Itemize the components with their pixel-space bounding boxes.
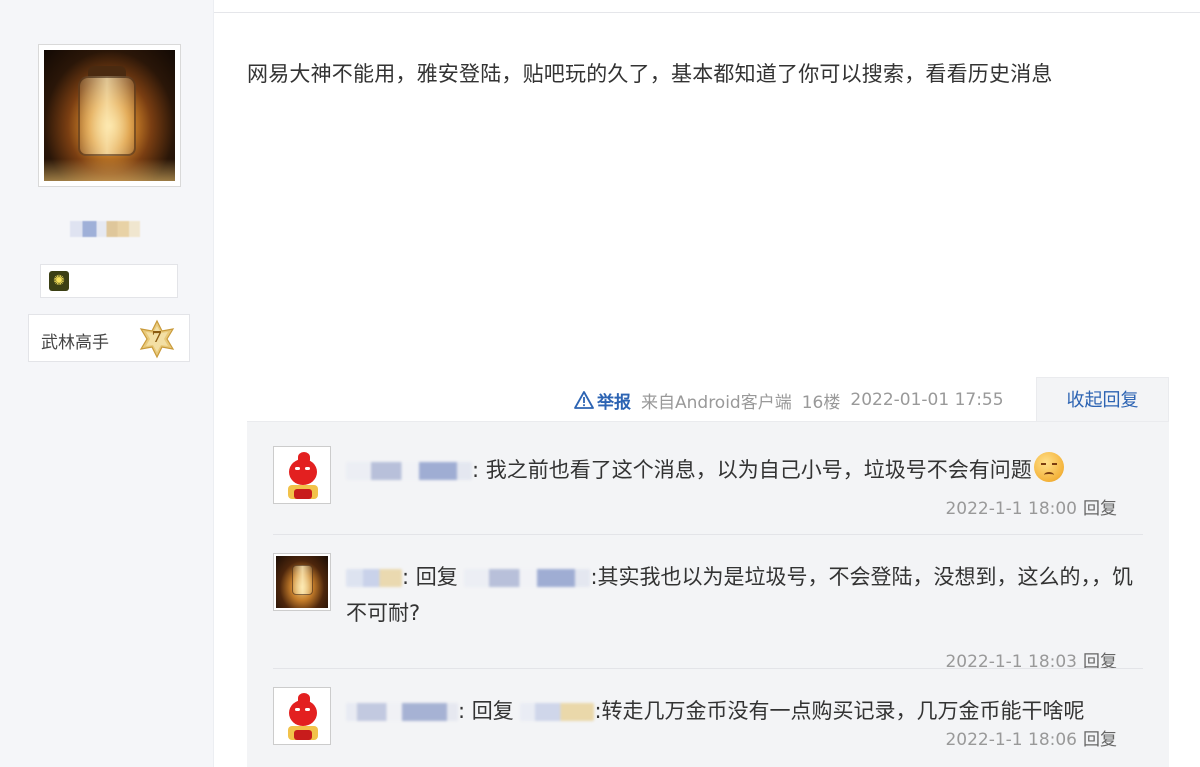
- author-badge-box: ✺: [40, 264, 178, 298]
- reply-separator: :: [590, 565, 598, 589]
- lantern-image: [276, 556, 328, 608]
- reply-username-blurred[interactable]: [346, 569, 402, 587]
- level-title: 武林高手: [41, 333, 109, 353]
- reply-username-blurred[interactable]: [346, 703, 458, 721]
- reply-target-username-blurred[interactable]: [520, 703, 595, 721]
- collapse-replies-button[interactable]: 收起回复: [1036, 377, 1169, 422]
- top-divider: [214, 12, 1200, 13]
- reply-avatar[interactable]: [273, 687, 331, 745]
- sun-badge-icon[interactable]: ✺: [49, 271, 69, 291]
- reply-button[interactable]: 回复: [1083, 652, 1117, 672]
- author-avatar[interactable]: [38, 44, 181, 187]
- reply-username-blurred[interactable]: [346, 462, 472, 480]
- reply-button[interactable]: 回复: [1083, 730, 1117, 750]
- frown-emoji-icon: [1033, 452, 1064, 482]
- author-username-blurred[interactable]: [70, 221, 140, 237]
- apple-mascot-image: [276, 449, 328, 501]
- reply-time: 2022-1-1 18:00: [945, 499, 1077, 519]
- reply-avatar[interactable]: [273, 446, 331, 504]
- reply-item: : 回复 :其实我也以为是垃圾号，不会登陆，没想到，这么的，，饥不可耐? 202…: [273, 553, 1143, 673]
- post-meta: 举报 来自Android客户端 16楼 2022-01-01 17:55: [574, 386, 1014, 414]
- report-button[interactable]: 举报: [574, 388, 631, 413]
- level-number: 7: [151, 328, 163, 346]
- apple-mascot-image: [276, 690, 328, 742]
- reply-text: : 回复 :转走几万金币没有一点购买记录，几万金币能干啥呢: [346, 693, 1146, 729]
- reply-avatar[interactable]: [273, 553, 331, 611]
- reply-meta: 2022-1-1 18:00 回复: [945, 494, 1117, 519]
- author-sidebar: ✺ 武林高手 7: [0, 0, 214, 767]
- reply-button[interactable]: 回复: [1083, 499, 1117, 519]
- reply-to-prefix: : 回复: [458, 699, 514, 723]
- reply-target-username-blurred[interactable]: [464, 569, 591, 587]
- lantern-image: [44, 50, 175, 181]
- reply-divider: [273, 668, 1143, 669]
- report-label: 举报: [597, 392, 631, 413]
- author-level-box[interactable]: 武林高手 7: [28, 314, 190, 362]
- reply-to-prefix: : 回复: [402, 565, 458, 589]
- reply-panel: : 我之前也看了这个消息，以为自己小号，垃圾号不会有问题 2022-1-1 18…: [247, 421, 1169, 767]
- reply-content: 我之前也看了这个消息，以为自己小号，垃圾号不会有问题: [479, 458, 1032, 482]
- post-floor: 16楼: [801, 392, 841, 413]
- warning-icon: [574, 391, 594, 409]
- reply-text: : 我之前也看了这个消息，以为自己小号，垃圾号不会有问题: [346, 452, 1146, 488]
- reply-time: 2022-1-1 18:03: [945, 652, 1077, 672]
- reply-time: 2022-1-1 18:06: [945, 730, 1077, 750]
- post-content: 网易大神不能用，雅安登陆，贴吧玩的久了，基本都知道了你可以搜索，看看历史消息: [247, 62, 1053, 86]
- reply-separator: :: [594, 699, 602, 723]
- reply-item: : 我之前也看了这个消息，以为自己小号，垃圾号不会有问题 2022-1-1 18…: [273, 446, 1143, 556]
- reply-text: : 回复 :其实我也以为是垃圾号，不会登陆，没想到，这么的，，饥不可耐?: [346, 559, 1146, 631]
- post-timestamp: 2022-01-01 17:55: [850, 390, 1004, 410]
- reply-item: : 回复 :转走几万金币没有一点购买记录，几万金币能干啥呢 2022-1-1 1…: [273, 687, 1143, 767]
- reply-divider: [273, 534, 1143, 535]
- reply-meta: 2022-1-1 18:06 回复: [945, 725, 1117, 750]
- post-source: 来自Android客户端: [641, 392, 792, 413]
- reply-content: 转走几万金币没有一点购买记录，几万金币能干啥呢: [601, 699, 1085, 723]
